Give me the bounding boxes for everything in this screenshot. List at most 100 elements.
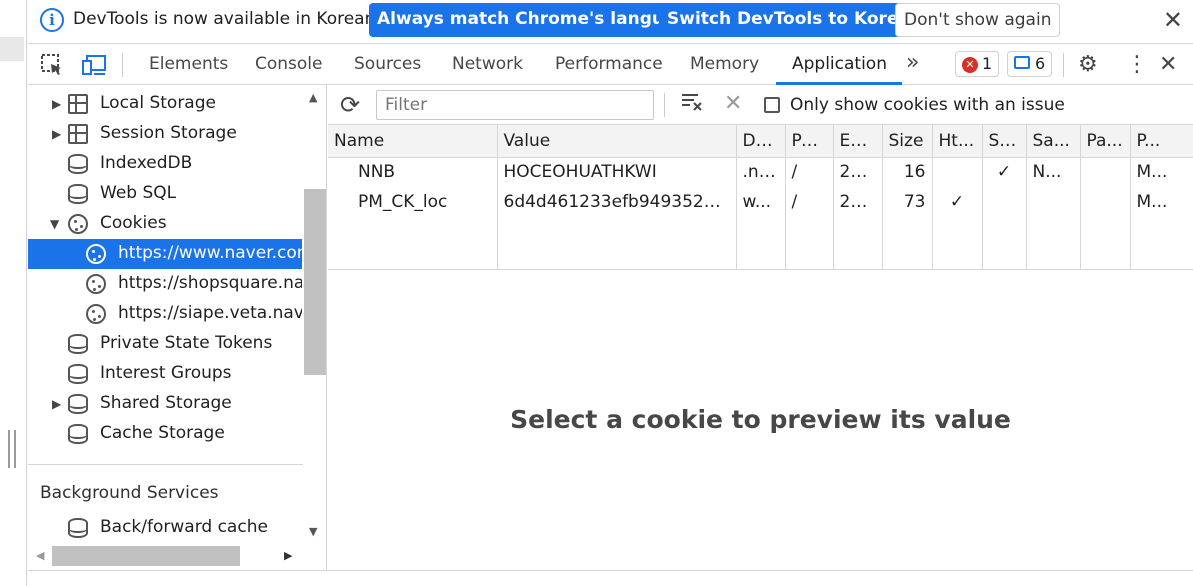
error-count-badge[interactable]: ✕ 1	[955, 51, 1000, 77]
sidebar-item-interest-groups[interactable]: Interest Groups	[28, 359, 302, 389]
grid-icon	[68, 94, 88, 114]
sidebar-vertical-scrollbar[interactable]: ▲ ▼	[303, 85, 326, 543]
sidebar-divider	[28, 464, 303, 465]
sidebar-item-cookie-origin-shopsquare[interactable]: https://shopsquare.naver.com	[28, 269, 302, 299]
error-icon: ✕	[962, 57, 978, 73]
sidebar-item-private-state-tokens[interactable]: Private State Tokens	[28, 329, 302, 359]
cell-priority: M...	[1130, 187, 1193, 217]
tab-console[interactable]: Console	[255, 54, 323, 74]
sidebar-horizontal-scrollbar[interactable]: ◀ ▶	[28, 545, 303, 569]
more-options-icon[interactable]: ⋮	[1126, 52, 1148, 77]
tab-elements[interactable]: Elements	[149, 54, 228, 74]
expand-arrow-icon[interactable]: ▶	[52, 397, 61, 411]
empty-cell	[882, 217, 933, 270]
sidebar-item-label: Local Storage	[100, 93, 216, 113]
cookie-icon	[68, 214, 88, 234]
devtools-window: i DevTools is now available in Korean! A…	[28, 0, 1193, 586]
empty-cell	[497, 217, 737, 270]
close-devtools-icon[interactable]: ✕	[1159, 52, 1177, 77]
cell-path: /	[785, 157, 834, 187]
scroll-left-arrow-icon[interactable]: ◀	[36, 549, 44, 562]
sidebar-item-back-forward-cache[interactable]: Back/forward cache	[28, 513, 302, 543]
database-icon	[68, 184, 88, 204]
cell-name: PM_CK_loc	[328, 187, 498, 217]
sidebar-item-label: Private State Tokens	[100, 333, 273, 353]
collapse-arrow-icon[interactable]: ▼	[50, 217, 59, 231]
table-row[interactable]: NNB HOCEOHUATHKWI .na... / 20... 16 ✓ N.…	[328, 157, 1193, 187]
always-match-language-button[interactable]: Always match Chrome's language	[369, 3, 708, 37]
cell-size: 16	[882, 157, 933, 187]
column-header-name[interactable]: Name	[328, 125, 498, 158]
cell-size: 73	[882, 187, 933, 217]
column-header-priority[interactable]: P...	[1130, 125, 1193, 158]
sidebar-item-cache-storage[interactable]: Cache Storage	[28, 419, 302, 449]
cell-expires: 20...	[833, 187, 883, 217]
scrollbar-thumb[interactable]	[304, 189, 326, 375]
empty-cell	[785, 217, 834, 270]
devtools-tabbar: Elements Console Sources Network Perform…	[28, 44, 1193, 85]
clear-filtered-cookies-icon[interactable]	[680, 91, 704, 113]
delete-selected-icon[interactable]: ✕	[724, 91, 742, 116]
scroll-up-arrow-icon[interactable]: ▲	[309, 91, 317, 104]
resize-grip[interactable]	[8, 430, 16, 468]
cell-name: NNB	[328, 157, 498, 187]
cookies-toolbar: ⟳ ✕ Only show cookies with an issue	[328, 85, 1193, 125]
toolbar-separator	[1063, 53, 1064, 77]
switch-to-korean-button[interactable]: Switch DevTools to Korean	[659, 3, 931, 37]
sidebar-item-web-sql[interactable]: Web SQL	[28, 179, 302, 209]
sidebar-item-cookie-origin-siape[interactable]: https://siape.veta.naver.com	[28, 299, 302, 329]
refresh-icon[interactable]: ⟳	[340, 91, 360, 119]
tab-memory[interactable]: Memory	[690, 54, 759, 74]
tab-network[interactable]: Network	[452, 54, 523, 74]
empty-cell	[833, 217, 883, 270]
empty-cell	[982, 217, 1027, 270]
scroll-right-arrow-icon[interactable]: ▶	[284, 549, 292, 562]
table-row[interactable]: PM_CK_loc 6d4d461233efb949352a09... w...…	[328, 187, 1193, 217]
tab-application[interactable]: Application	[792, 54, 887, 74]
device-toolbar-icon[interactable]	[82, 53, 108, 77]
settings-gear-icon[interactable]: ⚙	[1078, 52, 1098, 77]
empty-cell	[736, 217, 786, 270]
sidebar-item-indexeddb[interactable]: IndexedDB	[28, 149, 302, 179]
empty-cell	[328, 217, 498, 270]
column-header-size[interactable]: Size	[882, 125, 933, 158]
column-header-partition-key[interactable]: Pa...	[1080, 125, 1131, 158]
column-header-httponly[interactable]: Ht...	[932, 125, 983, 158]
message-count-badge[interactable]: 6	[1007, 51, 1053, 77]
toolbar-separator	[122, 53, 123, 77]
column-header-path[interactable]: Path	[785, 125, 834, 158]
close-icon[interactable]: ✕	[1163, 6, 1183, 34]
tab-sources[interactable]: Sources	[354, 54, 421, 74]
inspect-element-icon[interactable]	[40, 53, 64, 77]
sidebar-item-label: Interest Groups	[100, 363, 232, 383]
sidebar-item-shared-storage[interactable]: ▶ Shared Storage	[28, 389, 302, 419]
cell-samesite	[1026, 187, 1081, 217]
filter-input[interactable]	[376, 90, 654, 120]
column-header-secure[interactable]: Se...	[982, 125, 1027, 158]
more-tabs-icon[interactable]: »	[906, 50, 919, 75]
column-header-samesite[interactable]: Sa...	[1026, 125, 1081, 158]
only-issues-checkbox[interactable]	[764, 97, 780, 113]
infobar-message: DevTools is now available in Korean!	[73, 9, 383, 29]
expand-arrow-icon[interactable]: ▶	[52, 97, 61, 111]
expand-arrow-icon[interactable]: ▶	[52, 127, 61, 141]
cell-httponly: ✓	[932, 187, 983, 217]
page-edge-block	[0, 37, 24, 61]
scrollbar-thumb[interactable]	[52, 546, 240, 566]
database-icon	[68, 154, 88, 174]
drawer-bar[interactable]	[28, 570, 1193, 586]
column-header-domain[interactable]: Do...	[736, 125, 786, 158]
dont-show-again-button[interactable]: Don't show again	[895, 3, 1061, 37]
cell-samesite: N...	[1026, 157, 1081, 187]
sidebar-item-label: Cookies	[100, 213, 167, 233]
scroll-down-arrow-icon[interactable]: ▼	[309, 525, 317, 538]
sidebar-item-session-storage[interactable]: ▶ Session Storage	[28, 119, 302, 149]
tab-performance[interactable]: Performance	[555, 54, 663, 74]
sidebar-item-local-storage[interactable]: ▶ Local Storage	[28, 89, 302, 119]
error-count: 1	[982, 54, 993, 73]
section-title-background-services: Background Services	[40, 483, 219, 503]
column-header-value[interactable]: Value	[497, 125, 737, 158]
sidebar-item-cookie-origin-naver[interactable]: https://www.naver.com	[28, 239, 302, 269]
column-header-expires[interactable]: Ex...	[833, 125, 883, 158]
sidebar-item-cookies[interactable]: ▼ Cookies	[28, 209, 302, 239]
